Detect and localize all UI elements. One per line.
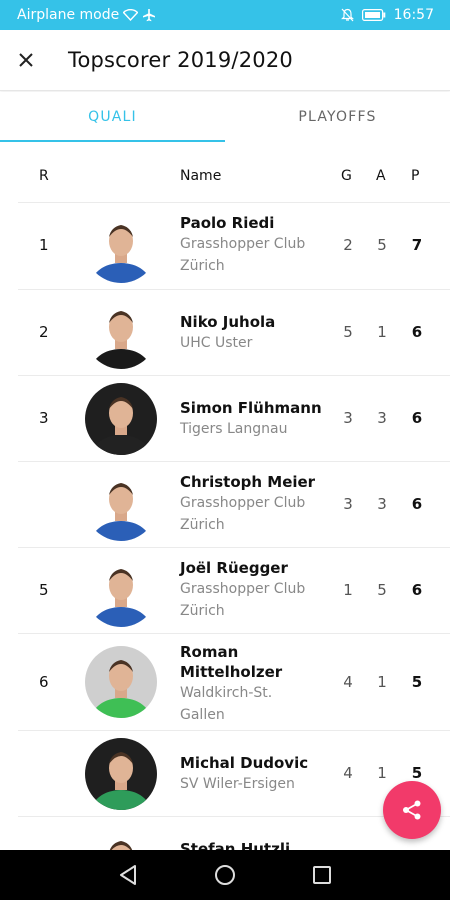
header-name: Name — [180, 168, 222, 184]
player-club: Grasshopper Club Zürich — [180, 236, 306, 274]
goals-cell: 1 — [343, 581, 353, 599]
avatar — [85, 211, 157, 283]
home-icon[interactable] — [214, 864, 236, 886]
notifications-off-icon — [340, 8, 354, 22]
player-club: Grasshopper Club Zürich — [180, 495, 306, 533]
assists-cell: 1 — [377, 673, 387, 691]
table-row[interactable]: 5 Joël Rüegger Grasshopper Club Zürich 1… — [18, 547, 450, 633]
points-cell: 6 — [411, 323, 423, 341]
player-name: Paolo Riedi — [180, 214, 275, 232]
assists-cell: 3 — [377, 495, 387, 513]
player-photo — [109, 841, 133, 850]
player-club: Grasshopper Club Zürich — [180, 581, 306, 619]
points-cell: 6 — [411, 495, 423, 513]
tab-playoffs[interactable]: PLAYOFFS — [225, 92, 450, 142]
player-photo — [91, 225, 151, 283]
battery-icon — [361, 9, 385, 21]
avatar — [85, 738, 157, 810]
table-header: R Name G A P — [0, 142, 450, 202]
player-photo — [91, 752, 151, 810]
player-photo — [91, 660, 151, 718]
player-club: SV Wiler-Ersigen — [180, 776, 295, 792]
recents-icon[interactable] — [312, 865, 332, 885]
header-assists: A — [376, 168, 386, 184]
player-club: Waldkirch-St. Gallen — [180, 685, 273, 723]
back-icon[interactable] — [118, 864, 138, 886]
player-name: Stefan Hutzli — [180, 840, 291, 850]
share-icon — [403, 800, 421, 820]
rank-cell: 3 — [39, 409, 49, 427]
page-title: Topscorer 2019/2020 — [68, 48, 293, 72]
rank-cell: 5 — [39, 581, 49, 599]
player-photo — [91, 397, 151, 455]
player-club: UHC Uster — [180, 335, 253, 351]
points-cell: 5 — [411, 764, 423, 782]
player-name: Roman Mittelholzer — [180, 643, 283, 681]
points-cell: 6 — [411, 409, 423, 427]
avatar — [85, 383, 157, 455]
app-bar: Topscorer 2019/2020 — [0, 30, 450, 91]
table-row[interactable]: Christoph Meier Grasshopper Club Zürich … — [18, 461, 450, 547]
goals-cell: 3 — [343, 495, 353, 513]
player-name: Michal Dudovic — [180, 754, 309, 772]
close-button[interactable] — [0, 30, 52, 91]
wifi-icon — [123, 9, 139, 21]
rank-cell: 2 — [39, 323, 49, 341]
header-rank: R — [39, 168, 49, 184]
clock: 16:57 — [393, 7, 434, 23]
share-button[interactable] — [383, 781, 441, 839]
tab-label: QUALI — [88, 109, 137, 125]
player-club: Tigers Langnau — [180, 421, 288, 437]
assists-cell: 3 — [377, 409, 387, 427]
player-photo — [91, 483, 151, 541]
assists-cell: 5 — [377, 236, 387, 254]
points-cell: 5 — [411, 673, 423, 691]
player-name: Christoph Meier — [180, 473, 316, 491]
topscorer-list[interactable]: R Name G A P 1 Paolo Riedi Grasshopper C… — [0, 142, 450, 850]
goals-cell: 4 — [343, 673, 353, 691]
close-icon — [19, 53, 33, 67]
status-bar: Airplane mode 16:57 — [0, 0, 450, 30]
avatar — [85, 555, 157, 627]
table-row[interactable]: 2 Niko Juhola UHC Uster 5 1 6 — [18, 289, 450, 375]
player-name: Joël Rüegger — [180, 559, 288, 577]
header-goals: G — [341, 168, 352, 184]
points-cell: 6 — [411, 581, 423, 599]
tab-bar: QUALI PLAYOFFS — [0, 92, 450, 142]
rank-cell: 6 — [39, 673, 49, 691]
assists-cell: 5 — [377, 581, 387, 599]
points-cell: 7 — [411, 236, 423, 254]
system-nav-bar — [0, 850, 450, 900]
table-row[interactable]: 3 Simon Flühmann Tigers Langnau 3 3 6 — [18, 375, 450, 461]
table-row[interactable]: 1 Paolo Riedi Grasshopper Club Zürich 2 … — [18, 202, 450, 289]
tab-label: PLAYOFFS — [298, 109, 377, 125]
avatar — [85, 469, 157, 541]
player-name: Niko Juhola — [180, 313, 276, 331]
avatar — [85, 646, 157, 718]
goals-cell: 4 — [343, 764, 353, 782]
player-photo — [91, 311, 151, 369]
assists-cell: 1 — [377, 323, 387, 341]
avatar — [85, 827, 157, 850]
airplane-icon — [143, 9, 156, 22]
avatar — [85, 297, 157, 369]
network-label: Airplane mode — [17, 7, 120, 23]
tab-quali[interactable]: QUALI — [0, 92, 225, 142]
goals-cell: 2 — [343, 236, 353, 254]
rank-cell: 1 — [39, 236, 49, 254]
player-name: Simon Flühmann — [180, 399, 322, 417]
header-points: P — [411, 168, 420, 184]
table-row[interactable]: 6 Roman Mittelholzer Waldkirch-St. Galle… — [18, 633, 450, 730]
goals-cell: 3 — [343, 409, 353, 427]
assists-cell: 1 — [377, 764, 387, 782]
player-photo — [91, 569, 151, 627]
goals-cell: 5 — [343, 323, 353, 341]
